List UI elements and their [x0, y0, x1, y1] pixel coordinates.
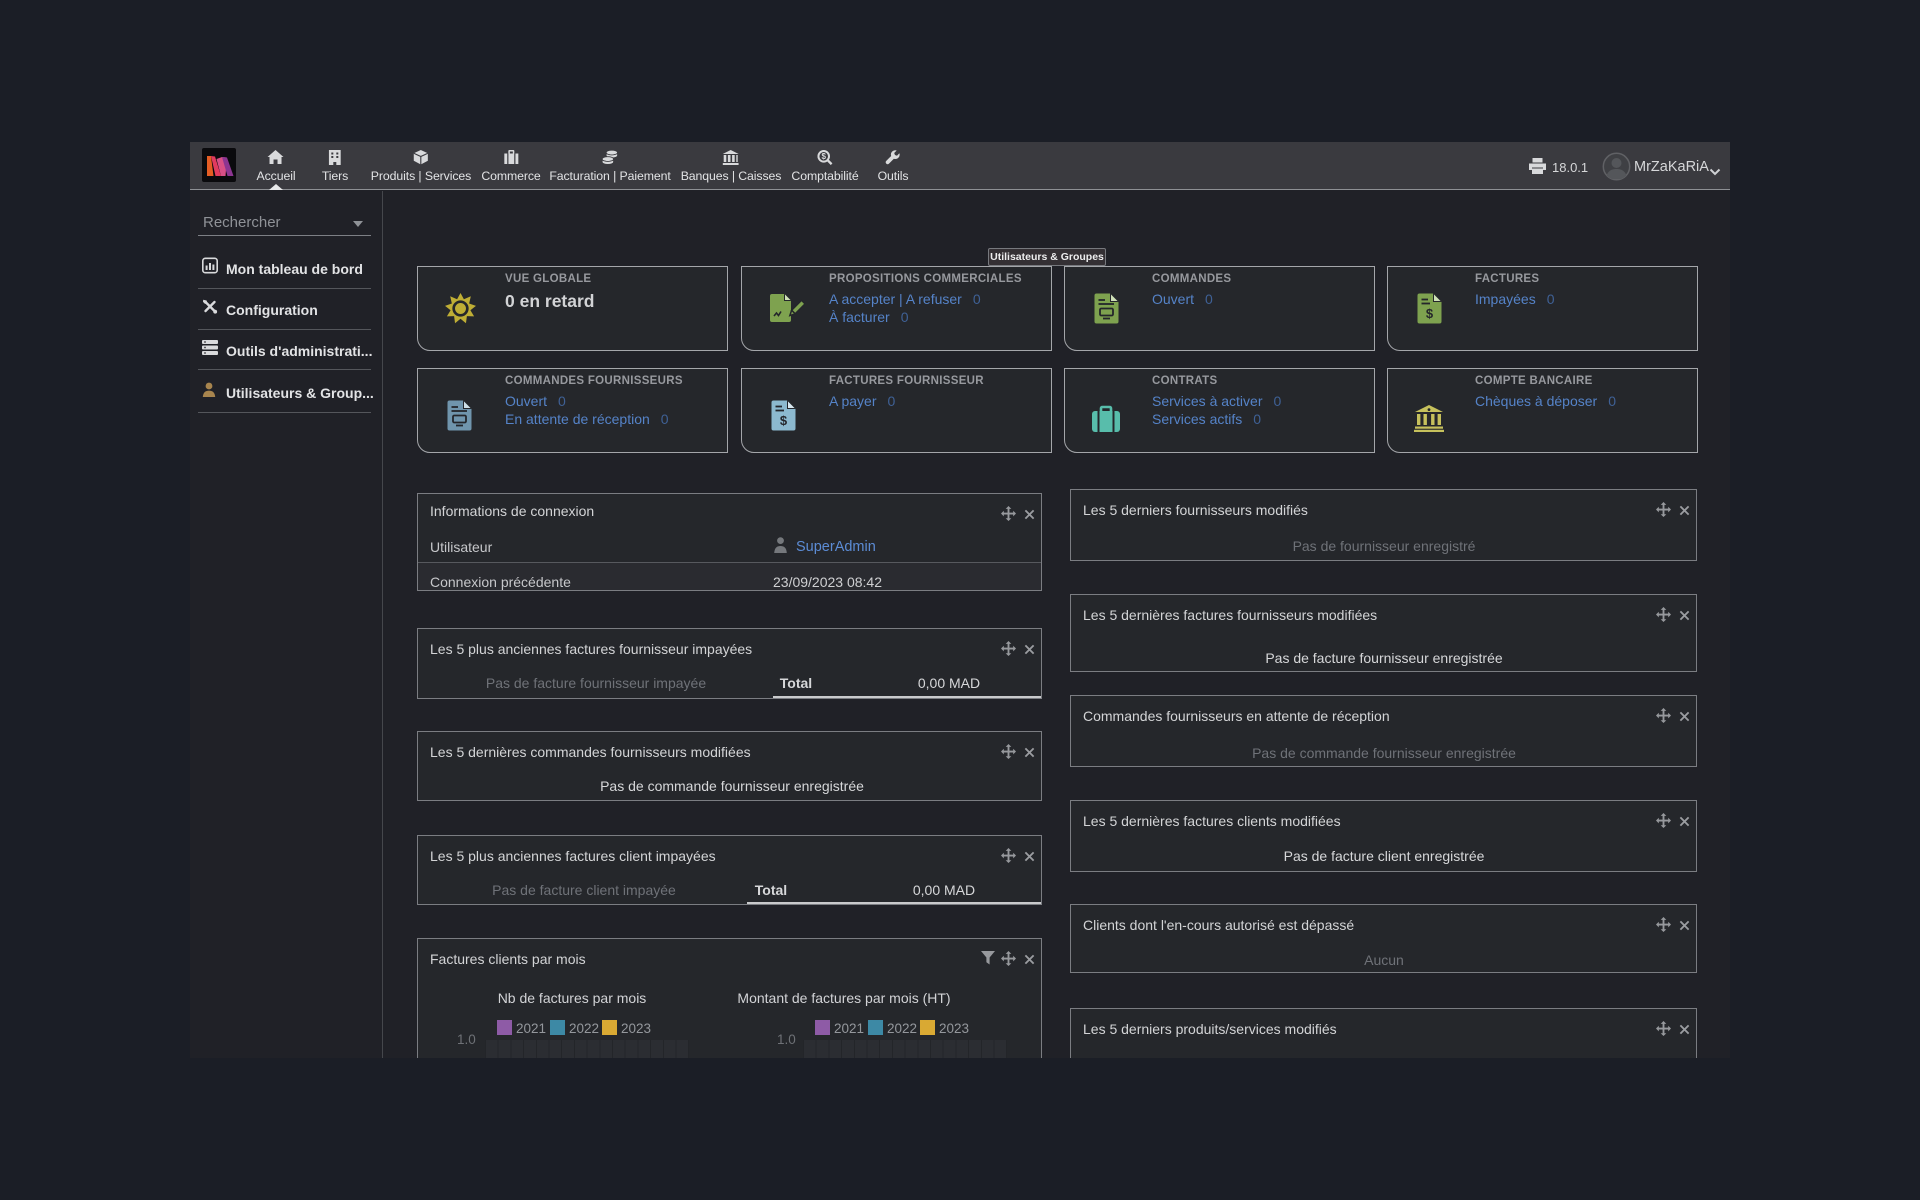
svg-text:$: $: [1426, 306, 1434, 321]
svg-text:$: $: [780, 413, 788, 428]
svg-text:$: $: [822, 152, 827, 161]
